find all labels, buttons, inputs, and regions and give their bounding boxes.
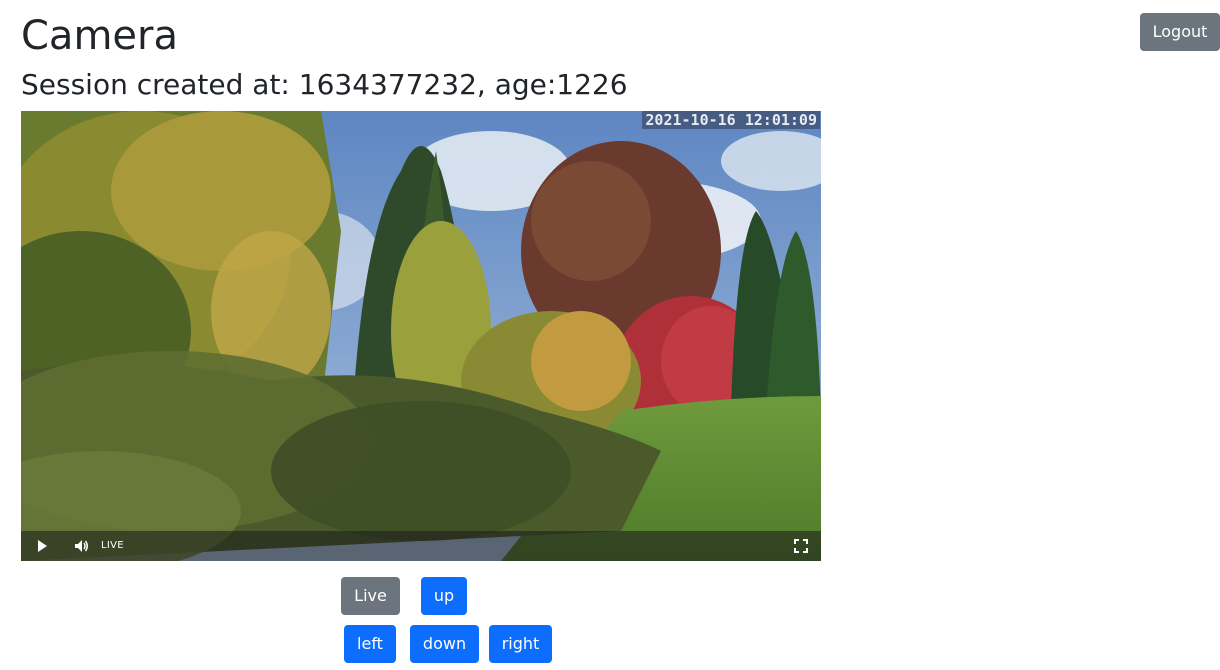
- video-timestamp: 2021-10-16 12:01:09: [642, 111, 820, 129]
- left-button[interactable]: left: [344, 625, 396, 663]
- session-info: Session created at: 1634377232, age:1226: [21, 68, 628, 101]
- right-button[interactable]: right: [489, 625, 552, 663]
- down-button[interactable]: down: [410, 625, 479, 663]
- play-icon[interactable]: [34, 538, 50, 554]
- live-button[interactable]: Live: [341, 577, 400, 615]
- up-button[interactable]: up: [421, 577, 467, 615]
- volume-icon[interactable]: [73, 538, 89, 554]
- camera-feed-image: [21, 111, 821, 561]
- camera-video-player[interactable]: 2021-10-16 12:01:09 LIVE: [21, 111, 821, 561]
- logout-button[interactable]: Logout: [1140, 13, 1220, 51]
- fullscreen-icon[interactable]: [793, 538, 809, 554]
- page-title: Camera: [21, 13, 178, 59]
- video-control-bar: LIVE: [21, 531, 821, 561]
- live-indicator: LIVE: [101, 540, 124, 551]
